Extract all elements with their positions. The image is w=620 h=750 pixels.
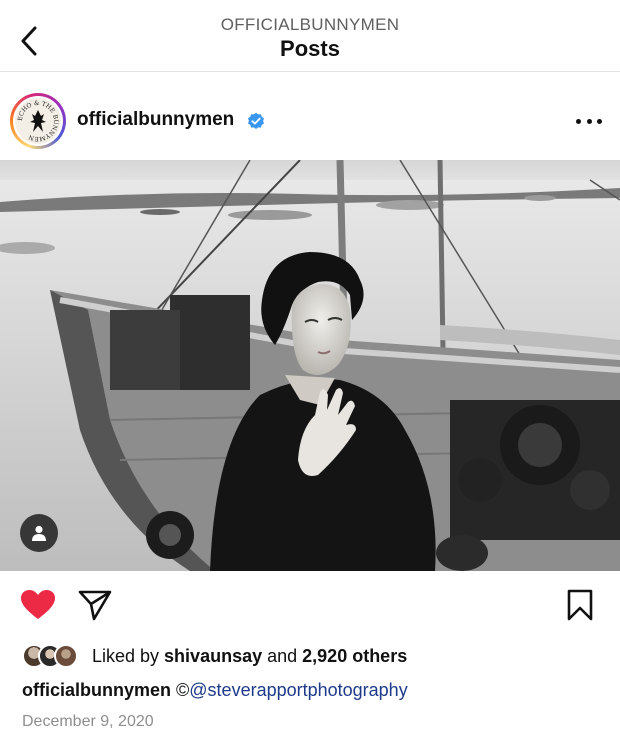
likes-summary[interactable]: Liked by shivaunsay and 2,920 others <box>22 643 407 669</box>
post-header: ECHO & THE BUNNYMEN officialbunnymen <box>0 88 620 154</box>
liker-avatar <box>54 644 78 668</box>
band-logo-avatar: ECHO & THE BUNNYMEN <box>15 98 61 144</box>
avatar[interactable]: ECHO & THE BUNNYMEN <box>10 93 66 149</box>
more-horizontal-icon <box>576 118 581 124</box>
post-username[interactable]: officialbunnymen <box>77 109 234 131</box>
caption-symbol: © <box>171 680 190 700</box>
post-image[interactable] <box>0 160 620 571</box>
liked-by-others-link[interactable]: 2,920 others <box>302 646 407 666</box>
share-button[interactable] <box>78 589 114 623</box>
verified-badge-icon <box>247 112 265 130</box>
more-options-button[interactable] <box>576 114 602 128</box>
user-tag-icon <box>32 525 46 541</box>
caption-username[interactable]: officialbunnymen <box>22 680 171 700</box>
save-button[interactable] <box>566 589 596 623</box>
top-bar: OFFICIALBUNNYMEN Posts <box>0 0 620 72</box>
post-date: December 9, 2020 <box>22 713 154 730</box>
post-actions <box>0 585 620 629</box>
caption-mention-link[interactable]: @steverapportphotography <box>189 680 407 700</box>
bookmark-icon <box>567 589 593 621</box>
page-title: Posts <box>280 36 340 61</box>
liker-avatars <box>22 643 88 669</box>
tagged-users-button[interactable] <box>20 514 58 552</box>
liked-by-user-link[interactable]: shivaunsay <box>164 646 262 666</box>
liked-by-text: Liked by shivaunsay and 2,920 others <box>92 645 408 666</box>
heart-filled-icon <box>21 590 55 619</box>
account-handle-heading: OFFICIALBUNNYMEN <box>220 15 400 34</box>
paper-plane-icon <box>78 590 112 621</box>
post-caption: officialbunnymen ©@steverapportphotograp… <box>22 680 408 701</box>
like-button[interactable] <box>20 589 56 623</box>
